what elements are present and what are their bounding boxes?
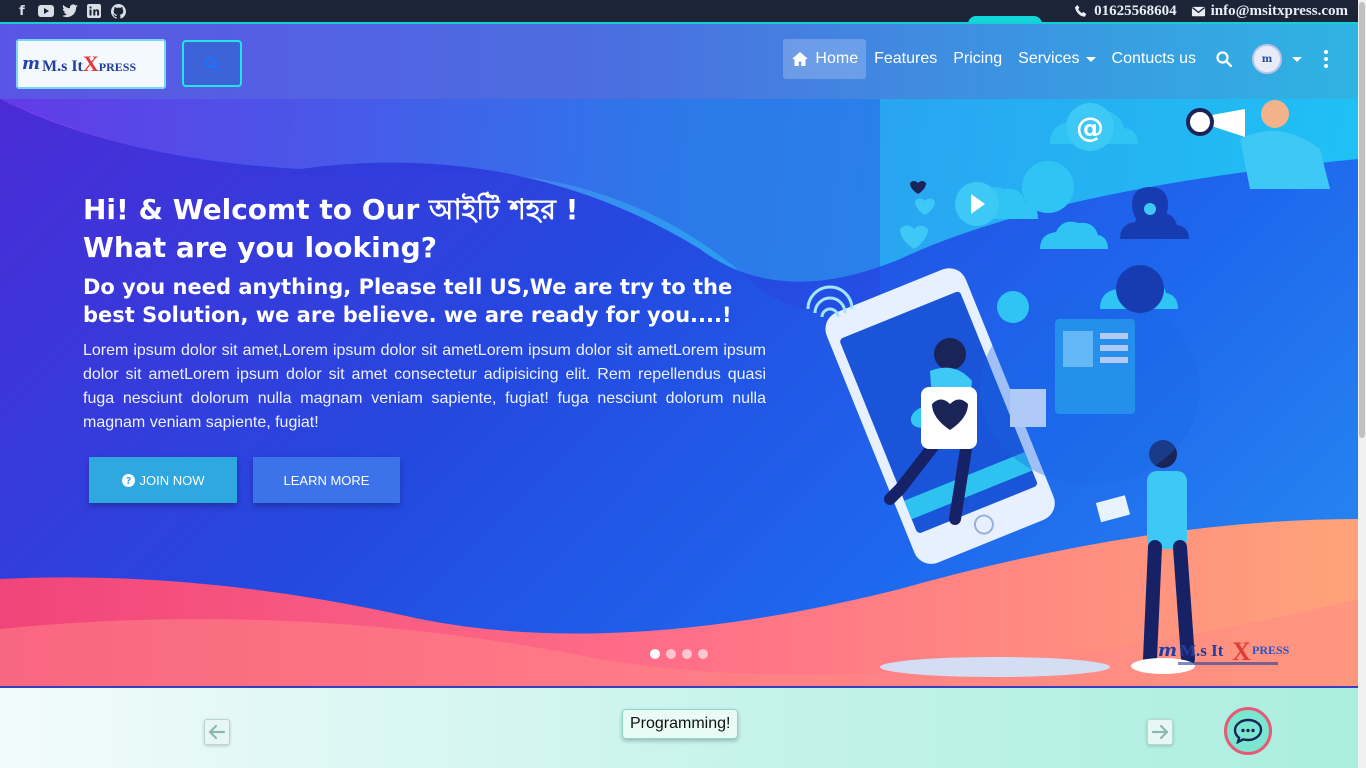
carousel-dot-2[interactable] <box>666 649 676 659</box>
top-bar: f 01625568604 info@msitxpress.com <box>0 0 1358 22</box>
chevron-down-icon <box>1292 56 1302 62</box>
learn-more-label: LEARN MORE <box>283 472 370 488</box>
chat-bubble-icon <box>1233 718 1263 744</box>
navbar: m M.s ItXPRESS Home Features Pricing Ser… <box>0 22 1358 99</box>
nav-search-button[interactable] <box>1204 39 1244 79</box>
svg-text:PRESS: PRESS <box>1252 643 1290 657</box>
nav-home-label: Home <box>815 50 859 67</box>
search-icon <box>1216 51 1232 67</box>
hero-title-line-1: Hi! & Welcomt to Our আইটি শহর ! <box>83 193 579 226</box>
youtube-icon[interactable] <box>38 3 54 19</box>
hero-brand-watermark: m M.s It X PRESS <box>1158 637 1290 666</box>
page-scrollbar[interactable] <box>1358 0 1366 768</box>
home-icon <box>792 52 809 66</box>
carousel-dot-1[interactable] <box>650 649 660 659</box>
nav-contact-label: Contucts us <box>1111 50 1196 67</box>
email-address: info@msitxpress.com <box>1210 2 1348 19</box>
hero-subtitle: Do you need anything, Please tell US,We … <box>83 275 733 327</box>
hero-description: Lorem ipsum dolor sit amet,Lorem ipsum d… <box>83 342 766 431</box>
nav-home[interactable]: Home <box>783 39 867 79</box>
envelope-icon <box>1191 6 1205 16</box>
twitter-icon[interactable] <box>62 3 78 19</box>
svg-text:?: ? <box>125 476 130 487</box>
svg-text:m: m <box>1158 640 1177 661</box>
nav-services-dropdown[interactable]: Services <box>1010 39 1103 79</box>
svg-text:X: X <box>1232 637 1251 666</box>
phone-number: 01625568604 <box>1094 2 1177 19</box>
hero-title: Hi! & Welcomt to Our আইটি শহর ! What are… <box>83 191 766 267</box>
search-toggle-button[interactable] <box>182 40 242 87</box>
svg-text:M.s It: M.s It <box>1180 641 1224 660</box>
social-links: f <box>14 3 126 19</box>
nav-pricing[interactable]: Pricing <box>945 39 1010 79</box>
category-slider: Programming! <box>0 686 1358 768</box>
join-now-label: JOIN NOW <box>139 472 205 488</box>
logo-wordmark: M.s ItXPRESS <box>42 51 137 76</box>
learn-more-button[interactable]: LEARN MORE <box>253 457 400 503</box>
avatar: m <box>1252 44 1282 74</box>
carousel-dot-4[interactable] <box>698 649 708 659</box>
hero-title-line-2: What are you looking? <box>83 231 437 264</box>
more-options-icon[interactable] <box>1324 50 1328 68</box>
hero-text-block: Hi! & Welcomt to Our আইটি শহর ! What are… <box>83 191 766 435</box>
main-nav: Home Features Pricing Services Contucts … <box>783 39 1328 79</box>
arrow-left-icon <box>209 725 225 739</box>
user-menu[interactable]: m <box>1244 39 1310 79</box>
nav-features-label: Features <box>874 50 938 67</box>
scrollbar-thumb[interactable] <box>1359 2 1365 438</box>
github-icon[interactable] <box>110 3 126 19</box>
question-circle-icon: ? <box>121 473 135 487</box>
chevron-down-icon <box>1085 56 1096 62</box>
email-contact[interactable]: info@msitxpress.com <box>1191 3 1348 20</box>
join-now-button[interactable]: ? JOIN NOW <box>89 457 237 503</box>
hero-carousel: @ Hi! & Welcomt to Our আইটি শহর ! What a… <box>0 99 1358 686</box>
contact-info: 01625568604 info@msitxpress.com <box>1074 3 1348 20</box>
search-icon <box>205 56 219 71</box>
phone-icon <box>1075 4 1087 17</box>
nav-pricing-label: Pricing <box>953 50 1003 67</box>
slider-next-button[interactable] <box>1147 719 1173 745</box>
chat-button[interactable] <box>1224 707 1272 755</box>
linkedin-icon[interactable] <box>86 3 102 19</box>
slider-prev-button[interactable] <box>204 719 230 745</box>
nav-services-label: Services <box>1018 50 1080 67</box>
nav-contact[interactable]: Contucts us <box>1104 39 1204 79</box>
nav-features[interactable]: Features <box>866 39 945 79</box>
logo-mark: m <box>22 54 40 74</box>
facebook-icon[interactable]: f <box>14 3 30 19</box>
category-tag[interactable]: Programming! <box>622 709 739 739</box>
brand-logo[interactable]: m M.s ItXPRESS <box>16 39 166 89</box>
carousel-dot-3[interactable] <box>682 649 692 659</box>
phone-contact[interactable]: 01625568604 <box>1074 3 1177 20</box>
svg-text:@: @ <box>1076 111 1104 144</box>
arrow-right-icon <box>1152 725 1168 739</box>
carousel-indicators <box>650 649 708 659</box>
